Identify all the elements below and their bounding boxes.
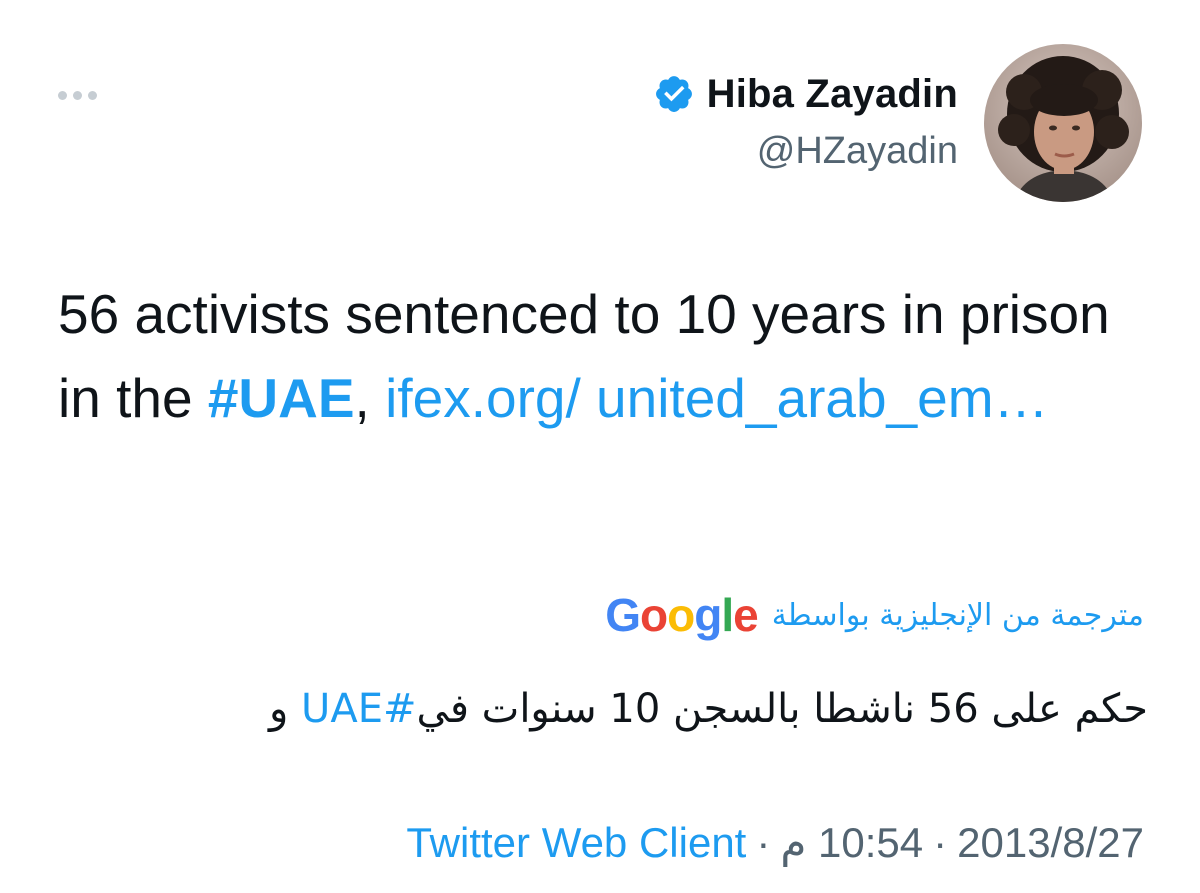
more-options-icon[interactable] (58, 84, 114, 106)
tweet-meta: Twitter Web Client · 10:54 م · 2013/8/27 (406, 818, 1144, 867)
verified-badge-icon (655, 76, 692, 112)
author-handle[interactable]: @HZayadin (653, 130, 958, 173)
more-dot (73, 90, 82, 100)
more-dot (88, 90, 97, 100)
tweet-author[interactable]: Hiba Zayadin @HZayadin (653, 66, 958, 173)
source-client-link[interactable]: Twitter Web Client (406, 819, 746, 866)
avatar-image (984, 44, 1142, 202)
tweet-time[interactable]: 10:54 م (780, 819, 923, 866)
translation-attribution[interactable]: Google مترجمة من الإنجليزية بواسطة (605, 592, 1144, 638)
user-avatar[interactable] (984, 44, 1142, 202)
more-dot (58, 90, 67, 100)
author-name-row: Hiba Zayadin (653, 66, 958, 122)
translated-text-tail: و (269, 686, 302, 732)
translated-text-body: حكم على 56 ناشطا بالسجن 10 سنوات في (416, 686, 1148, 732)
translated-from-label[interactable]: مترجمة من الإنجليزية بواسطة (772, 598, 1144, 633)
tweet-comma: , (354, 367, 386, 429)
translated-hashtag-link[interactable]: #UAE (301, 686, 416, 732)
tweet-url-link[interactable]: ifex.org/ united_arab_em… (385, 367, 1048, 429)
tweet-text: 56 activists sentenced to 10 years in pr… (58, 272, 1148, 440)
author-display-name[interactable]: Hiba Zayadin (707, 72, 958, 117)
tweet-hashtag-link[interactable]: #UAE (208, 367, 355, 429)
translated-tweet-text: حكم على 56 ناشطا بالسجن 10 سنوات في#UAE … (269, 686, 1148, 732)
meta-separator: · (933, 819, 948, 866)
google-logo: Google (605, 589, 758, 641)
tweet-date[interactable]: 2013/8/27 (957, 819, 1144, 866)
meta-separator: · (756, 819, 771, 866)
